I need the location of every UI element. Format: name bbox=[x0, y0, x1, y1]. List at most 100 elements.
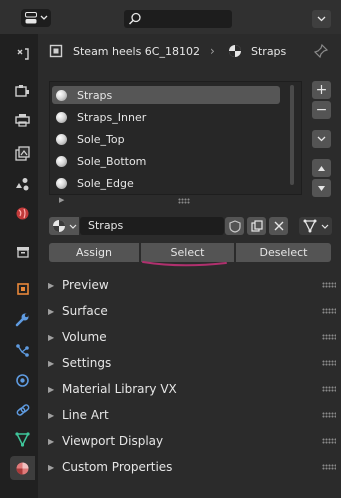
panel-custom-properties[interactable]: ▶ Custom Properties bbox=[44, 455, 341, 479]
tab-output[interactable] bbox=[10, 108, 35, 132]
constraints-icon bbox=[16, 403, 30, 416]
tab-object[interactable] bbox=[10, 277, 35, 301]
material-preview-icon bbox=[56, 155, 67, 167]
list-item[interactable]: Straps_Inner bbox=[52, 108, 280, 126]
duplicate-material-button[interactable] bbox=[247, 217, 266, 235]
panel-label: Volume bbox=[62, 330, 107, 344]
material-icon bbox=[229, 45, 241, 57]
mesh-data-icon bbox=[15, 431, 30, 447]
chevron-down-icon bbox=[40, 15, 48, 20]
output-icon bbox=[15, 114, 30, 127]
disclosure-triangle-icon: ▶ bbox=[48, 410, 55, 420]
list-item[interactable]: Straps bbox=[52, 86, 280, 104]
panel-label: Line Art bbox=[62, 408, 109, 422]
tab-tool[interactable] bbox=[10, 42, 35, 66]
tab-view-layer[interactable] bbox=[10, 141, 35, 165]
panel-preview[interactable]: ▶ Preview bbox=[44, 273, 341, 297]
view-layer-icon bbox=[15, 145, 30, 161]
panel-settings[interactable]: ▶ Settings bbox=[44, 351, 341, 375]
triangle-up-icon bbox=[318, 165, 325, 171]
disclosure-triangle-icon: ▶ bbox=[48, 306, 55, 316]
duplicate-icon bbox=[250, 220, 263, 232]
editor-type-icon bbox=[25, 12, 37, 24]
disclosure-triangle-icon: ▶ bbox=[48, 332, 55, 342]
tab-constraints[interactable] bbox=[10, 398, 35, 422]
browse-material-button[interactable] bbox=[49, 217, 79, 235]
list-item-label: Sole_Bottom bbox=[77, 154, 147, 168]
assign-button[interactable]: Assign bbox=[49, 243, 139, 262]
link-type-button[interactable] bbox=[299, 217, 332, 235]
chevron-down-icon bbox=[69, 224, 77, 229]
unlink-material-button[interactable] bbox=[269, 217, 288, 235]
breadcrumb-object-name: Steam heels 6C_18102 bbox=[73, 45, 200, 58]
tab-material[interactable] bbox=[10, 456, 35, 480]
list-scrollbar[interactable] bbox=[290, 85, 294, 185]
chevron-down-icon bbox=[317, 136, 326, 142]
world-icon bbox=[16, 207, 29, 219]
list-item-label: Straps bbox=[77, 88, 113, 102]
panel-line-art[interactable]: ▶ Line Art bbox=[44, 403, 341, 427]
remove-slot-button[interactable]: − bbox=[312, 101, 331, 119]
panel-label: Custom Properties bbox=[62, 460, 173, 474]
list-item[interactable]: Sole_Bottom bbox=[52, 152, 280, 170]
panel-label: Material Library VX bbox=[62, 382, 177, 396]
move-slot-down-button[interactable] bbox=[312, 179, 331, 197]
tab-modifiers[interactable] bbox=[10, 307, 35, 331]
tab-collection[interactable] bbox=[10, 240, 35, 264]
panel-drag-handle[interactable] bbox=[322, 412, 336, 418]
tab-data[interactable] bbox=[10, 427, 35, 451]
collection-icon bbox=[16, 247, 29, 258]
render-icon bbox=[15, 85, 29, 97]
panel-viewport-display[interactable]: ▶ Viewport Display bbox=[44, 429, 341, 453]
object-icon bbox=[16, 283, 29, 295]
material-preview-icon bbox=[56, 177, 67, 189]
list-resize-grip[interactable] bbox=[178, 198, 190, 204]
material-preview-icon bbox=[56, 89, 67, 101]
add-slot-button[interactable]: + bbox=[312, 81, 331, 99]
panel-label: Preview bbox=[62, 278, 109, 292]
search-icon bbox=[128, 12, 141, 25]
deselect-button[interactable]: Deselect bbox=[236, 243, 331, 262]
list-item-label: Sole_Top bbox=[77, 132, 125, 146]
tab-world[interactable] bbox=[10, 201, 35, 225]
chevron-down-icon bbox=[317, 16, 326, 22]
material-icon bbox=[16, 462, 29, 474]
scene-icon bbox=[16, 177, 29, 190]
material-name-field[interactable]: Straps bbox=[80, 217, 224, 235]
header-menu-button[interactable] bbox=[312, 10, 331, 28]
move-slot-up-button[interactable] bbox=[312, 159, 331, 177]
panel-drag-handle[interactable] bbox=[322, 334, 336, 340]
slot-specials-button[interactable] bbox=[312, 130, 331, 148]
panel-drag-handle[interactable] bbox=[322, 360, 336, 366]
pin-icon[interactable] bbox=[314, 44, 328, 58]
panel-material-library-vx[interactable]: ▶ Material Library VX bbox=[44, 377, 341, 401]
disclosure-triangle-icon: ▶ bbox=[48, 384, 55, 394]
disclosure-triangle-icon: ▶ bbox=[48, 436, 55, 446]
tab-render[interactable] bbox=[10, 79, 35, 103]
tool-icon bbox=[17, 48, 29, 60]
tab-scene[interactable] bbox=[10, 172, 35, 196]
list-filter-toggle-icon[interactable]: ▶ bbox=[59, 196, 64, 204]
panel-drag-handle[interactable] bbox=[322, 464, 336, 470]
physics-icon bbox=[16, 373, 29, 387]
panel-label: Surface bbox=[62, 304, 108, 318]
disclosure-triangle-icon: ▶ bbox=[48, 462, 55, 472]
panel-surface[interactable]: ▶ Surface bbox=[44, 299, 341, 323]
disclosure-triangle-icon: ▶ bbox=[48, 280, 55, 290]
particles-icon bbox=[16, 343, 29, 357]
panel-drag-handle[interactable] bbox=[322, 386, 336, 392]
fake-user-button[interactable] bbox=[225, 217, 244, 235]
tab-physics[interactable] bbox=[10, 368, 35, 392]
search-field[interactable] bbox=[124, 10, 232, 28]
tab-particles[interactable] bbox=[10, 338, 35, 362]
editor-type-button[interactable] bbox=[21, 9, 51, 27]
wrench-icon bbox=[15, 313, 29, 326]
panel-label: Viewport Display bbox=[62, 434, 164, 448]
panel-drag-handle[interactable] bbox=[322, 438, 336, 444]
panel-volume[interactable]: ▶ Volume bbox=[44, 325, 341, 349]
properties-tabs bbox=[0, 34, 38, 498]
list-item[interactable]: Sole_Edge bbox=[52, 174, 280, 192]
panel-drag-handle[interactable] bbox=[322, 308, 336, 314]
list-item[interactable]: Sole_Top bbox=[52, 130, 280, 148]
panel-drag-handle[interactable] bbox=[322, 282, 336, 288]
